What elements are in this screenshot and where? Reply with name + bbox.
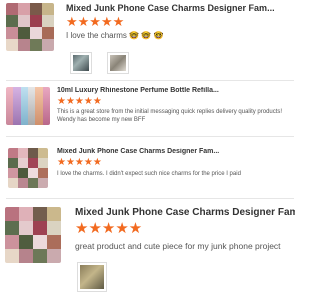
product-thumbnail[interactable]	[5, 207, 61, 263]
review-photo[interactable]	[107, 52, 129, 74]
product-title[interactable]: Mixed Junk Phone Case Charms Designer Fa…	[75, 207, 295, 218]
divider	[6, 136, 294, 137]
review-text: I love the charms 🤓 🤓 🤓	[66, 31, 164, 40]
product-thumbnail[interactable]	[6, 87, 50, 125]
star-rating: ★★★★★	[66, 14, 125, 29]
star-rating: ★★★★★	[57, 96, 102, 107]
review-photo[interactable]	[77, 262, 107, 292]
product-title[interactable]: 10ml Luxury Rhinestone Perfume Bottle Re…	[57, 87, 292, 94]
review-text: great product and cute piece for my junk…	[75, 241, 281, 251]
product-title[interactable]: Mixed Junk Phone Case Charms Designer Fa…	[66, 3, 296, 13]
divider	[6, 80, 294, 81]
review-text: I love the charms. I didn't expect such …	[57, 171, 241, 177]
product-title[interactable]: Mixed Junk Phone Case Charms Designer Fa…	[57, 148, 292, 155]
review-photo[interactable]	[70, 52, 92, 74]
divider	[6, 198, 294, 199]
star-rating: ★★★★★	[75, 220, 143, 237]
product-thumbnail[interactable]	[8, 148, 48, 188]
product-thumbnail[interactable]	[6, 3, 54, 51]
review-text: This is a great store from the initial m…	[57, 109, 283, 124]
star-rating: ★★★★★	[57, 157, 102, 168]
